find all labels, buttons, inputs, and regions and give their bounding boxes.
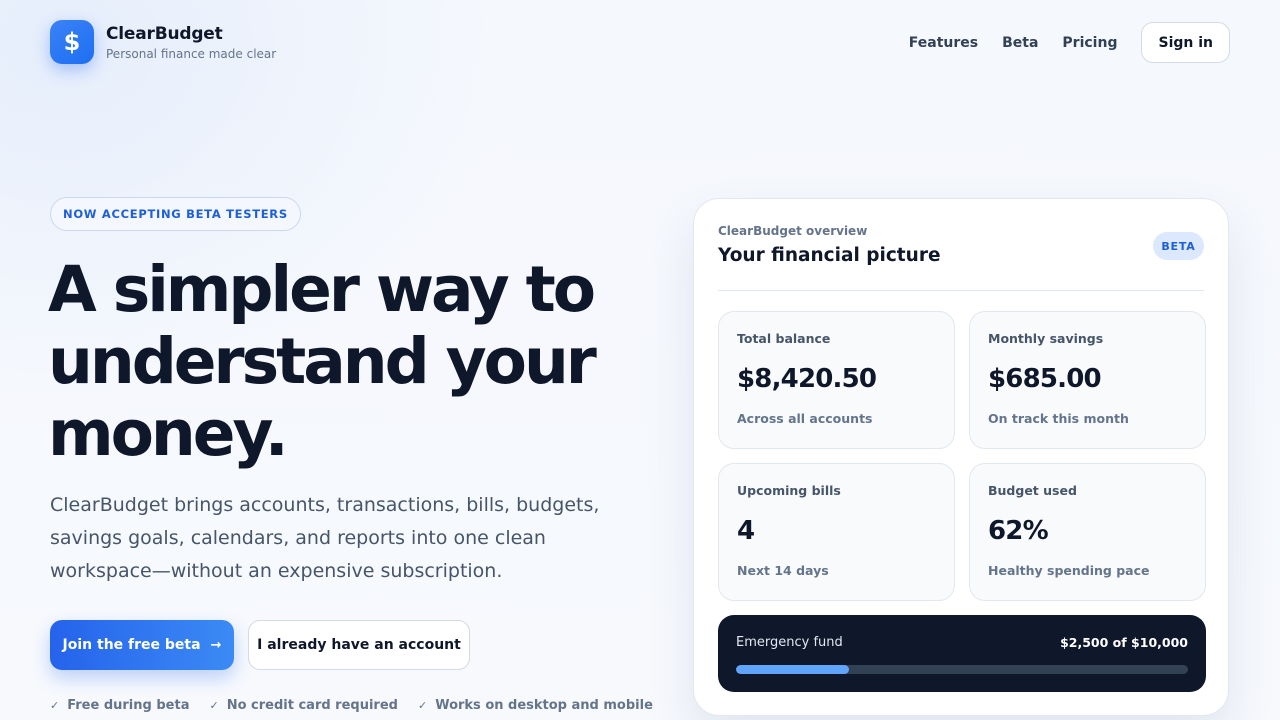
nav-link-pricing[interactable]: Pricing <box>1062 35 1117 51</box>
top-nav: Features Beta Pricing Sign in <box>909 22 1230 63</box>
stat-note: Across all accounts <box>737 411 873 426</box>
brand-text: ClearBudget Personal finance made clear <box>106 23 276 62</box>
perk-item: ✓ Works on desktop and mobile <box>418 698 653 713</box>
join-beta-button[interactable]: Join the free beta → <box>50 620 234 670</box>
brand[interactable]: $ ClearBudget Personal finance made clea… <box>50 20 276 64</box>
emergency-fund-panel: Emergency fund $2,500 of $10,000 <box>718 615 1206 692</box>
fund-progress-fill <box>736 665 849 674</box>
existing-account-button[interactable]: I already have an account <box>248 620 470 670</box>
stat-label: Total balance <box>737 331 831 346</box>
hero-headline: A simpler way to understand your money. <box>48 253 597 470</box>
site-header: $ ClearBudget Personal finance made clea… <box>50 20 1230 64</box>
perk-item: ✓ Free during beta <box>50 698 189 713</box>
perk-item: ✓ No credit card required <box>209 698 398 713</box>
check-icon: ✓ <box>417 699 428 712</box>
fund-progress-track <box>736 665 1188 674</box>
stat-budget-used: Budget used 62% Healthy spending pace <box>969 463 1206 601</box>
perk-label: Works on desktop and mobile <box>435 698 653 713</box>
beta-announcement-pill: NOW ACCEPTING BETA TESTERS <box>50 197 301 231</box>
beta-badge: BETA <box>1153 232 1204 260</box>
stat-value: $685.00 <box>988 364 1102 394</box>
fund-label: Emergency fund <box>736 635 843 650</box>
perk-label: Free during beta <box>67 698 190 713</box>
arrow-right-icon: → <box>210 637 222 653</box>
stat-total-balance: Total balance $8,420.50 Across all accou… <box>718 311 955 449</box>
stat-value: 62% <box>988 516 1049 546</box>
overview-card: ClearBudget overview Your financial pict… <box>693 198 1229 716</box>
fund-amount: $2,500 of $10,000 <box>1060 635 1188 650</box>
brand-name: ClearBudget <box>106 23 223 44</box>
join-beta-label: Join the free beta <box>62 637 201 653</box>
check-icon: ✓ <box>209 699 219 712</box>
card-title: Your financial picture <box>718 245 941 266</box>
perk-label: No credit card required <box>226 698 398 713</box>
stat-value: 4 <box>737 516 755 546</box>
stat-monthly-savings: Monthly savings $685.00 On track this mo… <box>969 311 1206 449</box>
stat-note: Healthy spending pace <box>988 563 1150 578</box>
stat-note: Next 14 days <box>737 563 829 578</box>
card-divider <box>718 290 1204 291</box>
card-kicker: ClearBudget overview <box>718 224 868 238</box>
hero-subtext: ClearBudget brings accounts, transaction… <box>50 494 600 582</box>
stat-label: Budget used <box>988 483 1077 498</box>
stat-note: On track this month <box>988 411 1129 426</box>
check-icon: ✓ <box>50 699 60 712</box>
stat-label: Upcoming bills <box>737 483 841 498</box>
sign-in-button[interactable]: Sign in <box>1141 22 1230 63</box>
stat-label: Monthly savings <box>988 331 1104 346</box>
stat-upcoming-bills: Upcoming bills 4 Next 14 days <box>718 463 955 601</box>
perk-list: ✓ Free during beta ✓ No credit card requ… <box>50 698 673 713</box>
nav-link-features[interactable]: Features <box>909 35 978 51</box>
dollar-logo-icon: $ <box>50 20 94 64</box>
stat-value: $8,420.50 <box>737 364 877 394</box>
brand-tagline: Personal finance made clear <box>106 46 277 61</box>
nav-link-beta[interactable]: Beta <box>1002 35 1038 51</box>
